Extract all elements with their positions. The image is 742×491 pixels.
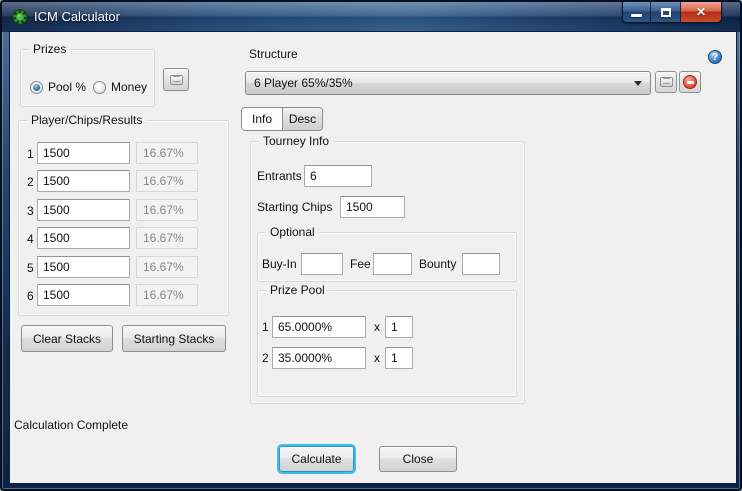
client-area: Prizes Pool % Money Player/Chips/Results… [10, 32, 736, 483]
player-number: 1 [27, 147, 34, 161]
starting-stacks-button[interactable]: Starting Stacks [122, 325, 226, 352]
tab-desc[interactable]: Desc [282, 108, 322, 130]
times-label: x [374, 320, 380, 334]
structure-dropdown[interactable]: 6 Player 65%/35% [245, 71, 651, 95]
minimize-icon [631, 14, 642, 17]
prize-pool-label: Prize Pool [266, 283, 329, 297]
structure-label: Structure [249, 47, 298, 61]
prize-percent-input[interactable] [272, 316, 366, 338]
player-number: 2 [27, 175, 34, 189]
tab-bar: Info Desc [241, 107, 323, 131]
poker-chip-icon [12, 9, 28, 25]
print-prizes-button[interactable] [163, 68, 189, 91]
optional-group-label: Optional [266, 225, 319, 239]
prizes-group: Prizes Pool % Money [20, 42, 155, 107]
maximize-icon [660, 7, 671, 17]
tab-info[interactable]: Info [242, 108, 282, 130]
starting-chips-input[interactable] [340, 196, 405, 218]
money-label: Money [111, 80, 148, 94]
help-icon[interactable]: ? [708, 50, 722, 64]
player-result-field: 16.67% [136, 284, 198, 306]
player-result-field: 16.67% [136, 256, 198, 278]
window-title: ICM Calculator [34, 9, 120, 24]
player-chips-input[interactable] [37, 142, 130, 164]
close-dialog-button[interactable]: Close [379, 446, 457, 472]
player-number: 4 [27, 232, 34, 246]
save-structure-button[interactable] [655, 71, 677, 93]
close-button[interactable]: ✕ [681, 2, 721, 22]
players-group-label: Player/Chips/Results [27, 113, 147, 127]
tourney-info-label: Tourney Info [259, 134, 334, 148]
buyin-label: Buy-In [262, 257, 297, 271]
prize-percent-input[interactable] [272, 347, 366, 369]
prize-place-number: 1 [262, 320, 269, 334]
prize-place-number: 2 [262, 351, 269, 365]
prize-pool-group: Prize Pool [257, 283, 517, 397]
buyin-input[interactable] [301, 253, 343, 275]
starting-chips-label: Starting Chips [257, 200, 333, 214]
status-text: Calculation Complete [14, 418, 129, 432]
radio-button-icon [30, 80, 43, 94]
printer-icon [659, 77, 673, 87]
player-result-field: 16.67% [136, 170, 198, 192]
bounty-input[interactable] [462, 253, 500, 275]
minimize-button[interactable] [623, 2, 651, 22]
player-chips-input[interactable] [37, 256, 130, 278]
player-chips-input[interactable] [37, 199, 130, 221]
radio-money[interactable]: Money [93, 80, 147, 94]
player-result-field: 16.67% [136, 199, 198, 221]
player-result-field: 16.67% [136, 227, 198, 249]
pool-percent-label: Pool % [48, 80, 87, 94]
player-number: 5 [27, 261, 34, 275]
maximize-button[interactable] [651, 2, 681, 22]
entrants-input[interactable] [304, 165, 372, 187]
dropdown-arrow-icon [634, 80, 642, 86]
prizes-group-label: Prizes [29, 42, 71, 56]
bounty-label: Bounty [419, 257, 457, 271]
radio-pool-percent[interactable]: Pool % [30, 80, 86, 94]
fee-input[interactable] [373, 253, 412, 275]
window-controls: ✕ [622, 2, 722, 23]
calculate-button[interactable]: Calculate [279, 446, 354, 472]
prize-multiplier-input[interactable] [385, 316, 413, 338]
player-result-field: 16.67% [136, 142, 198, 164]
clear-stacks-button[interactable]: Clear Stacks [21, 325, 113, 352]
player-chips-input[interactable] [37, 284, 130, 306]
player-number: 3 [27, 204, 34, 218]
structure-selected-value: 6 Player 65%/35% [254, 76, 353, 90]
printer-icon [169, 74, 183, 85]
fee-label: Fee [350, 257, 371, 271]
times-label: x [374, 351, 380, 365]
delete-structure-button[interactable] [679, 71, 701, 93]
radio-button-icon [93, 80, 106, 94]
player-chips-input[interactable] [37, 170, 130, 192]
close-icon: ✕ [695, 5, 707, 19]
prize-multiplier-input[interactable] [385, 347, 413, 369]
icm-calculator-window: ICM Calculator ✕ Prizes Pool % Money Pla… [0, 0, 742, 491]
player-number: 6 [27, 289, 34, 303]
entrants-label: Entrants [257, 169, 302, 183]
delete-icon [683, 75, 697, 89]
player-chips-input[interactable] [37, 227, 130, 249]
